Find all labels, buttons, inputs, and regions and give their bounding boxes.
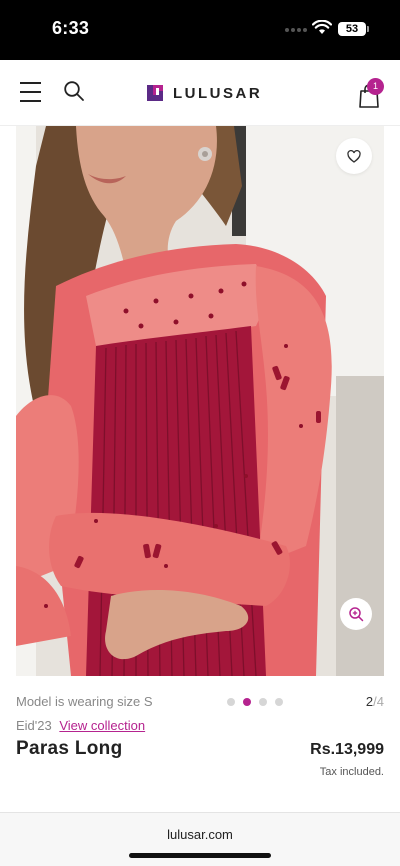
zoom-button[interactable]	[340, 598, 372, 630]
brand-name: LULUSAR	[173, 84, 263, 102]
gallery-pagination	[227, 698, 283, 706]
collection-row: Eid'23 View collection	[16, 718, 145, 733]
status-bar: 6:33 53	[0, 0, 400, 60]
cart-button[interactable]: 1	[356, 78, 386, 108]
cart-count-badge: 1	[367, 78, 384, 95]
menu-button[interactable]	[20, 82, 42, 102]
product-name: Paras Long	[16, 738, 123, 759]
gallery-dot[interactable]	[227, 698, 235, 706]
product-image[interactable]	[16, 126, 384, 676]
gallery-counter: 2/4	[366, 694, 384, 709]
menu-icon-bar	[20, 82, 41, 84]
collection-tag: Eid'23	[16, 718, 52, 733]
wifi-icon	[312, 20, 332, 34]
cellular-signal-icon	[285, 28, 307, 32]
home-indicator[interactable]	[129, 853, 271, 858]
heart-icon	[347, 149, 361, 163]
gallery-dot[interactable]	[259, 698, 267, 706]
wishlist-button[interactable]	[336, 138, 372, 174]
zoom-in-icon	[349, 607, 364, 622]
status-time: 6:33	[52, 18, 90, 38]
menu-icon-bar	[20, 100, 41, 102]
gallery-total: 4	[376, 694, 384, 709]
gallery-dot-active[interactable]	[243, 698, 251, 706]
product-price: Rs.13,999	[310, 741, 384, 758]
battery-indicator: 53	[338, 22, 369, 36]
site-header: LULUSAR 1	[0, 60, 400, 126]
product-photo	[16, 126, 384, 676]
brand-logo[interactable]: LULUSAR	[145, 83, 262, 103]
url-text[interactable]: lulusar.com	[0, 827, 400, 842]
view-collection-link[interactable]: View collection	[59, 718, 145, 733]
gallery-dot[interactable]	[275, 698, 283, 706]
tax-note: Tax included.	[319, 766, 384, 778]
menu-icon-bar	[20, 91, 41, 93]
logo-icon	[147, 85, 163, 101]
model-size-note: Model is wearing size S	[16, 694, 153, 709]
gallery-row: Model is wearing size S 2/4	[16, 692, 384, 712]
search-icon[interactable]	[63, 80, 85, 102]
